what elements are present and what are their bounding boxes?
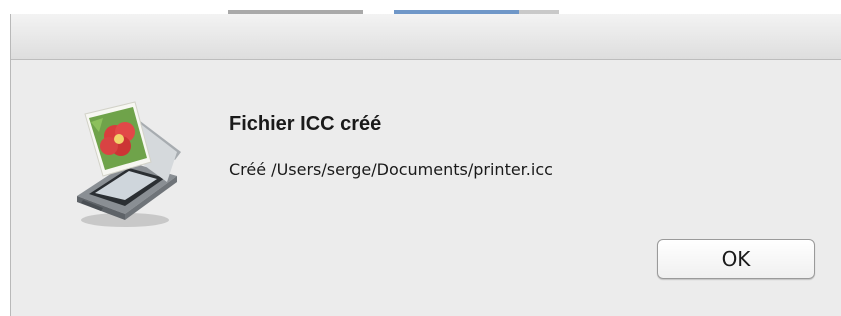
- screen: Fichier ICC créé Créé /Users/serge/Docum…: [0, 0, 841, 316]
- sheet-titlebar: [11, 14, 841, 60]
- scanner-app-icon: [77, 101, 181, 227]
- ok-button[interactable]: OK: [657, 239, 815, 279]
- dialog-title: Fichier ICC créé: [229, 113, 382, 135]
- dialog-message: Créé /Users/serge/Documents/printer.icc: [229, 160, 553, 179]
- alert-sheet: Fichier ICC créé Créé /Users/serge/Docum…: [10, 14, 841, 316]
